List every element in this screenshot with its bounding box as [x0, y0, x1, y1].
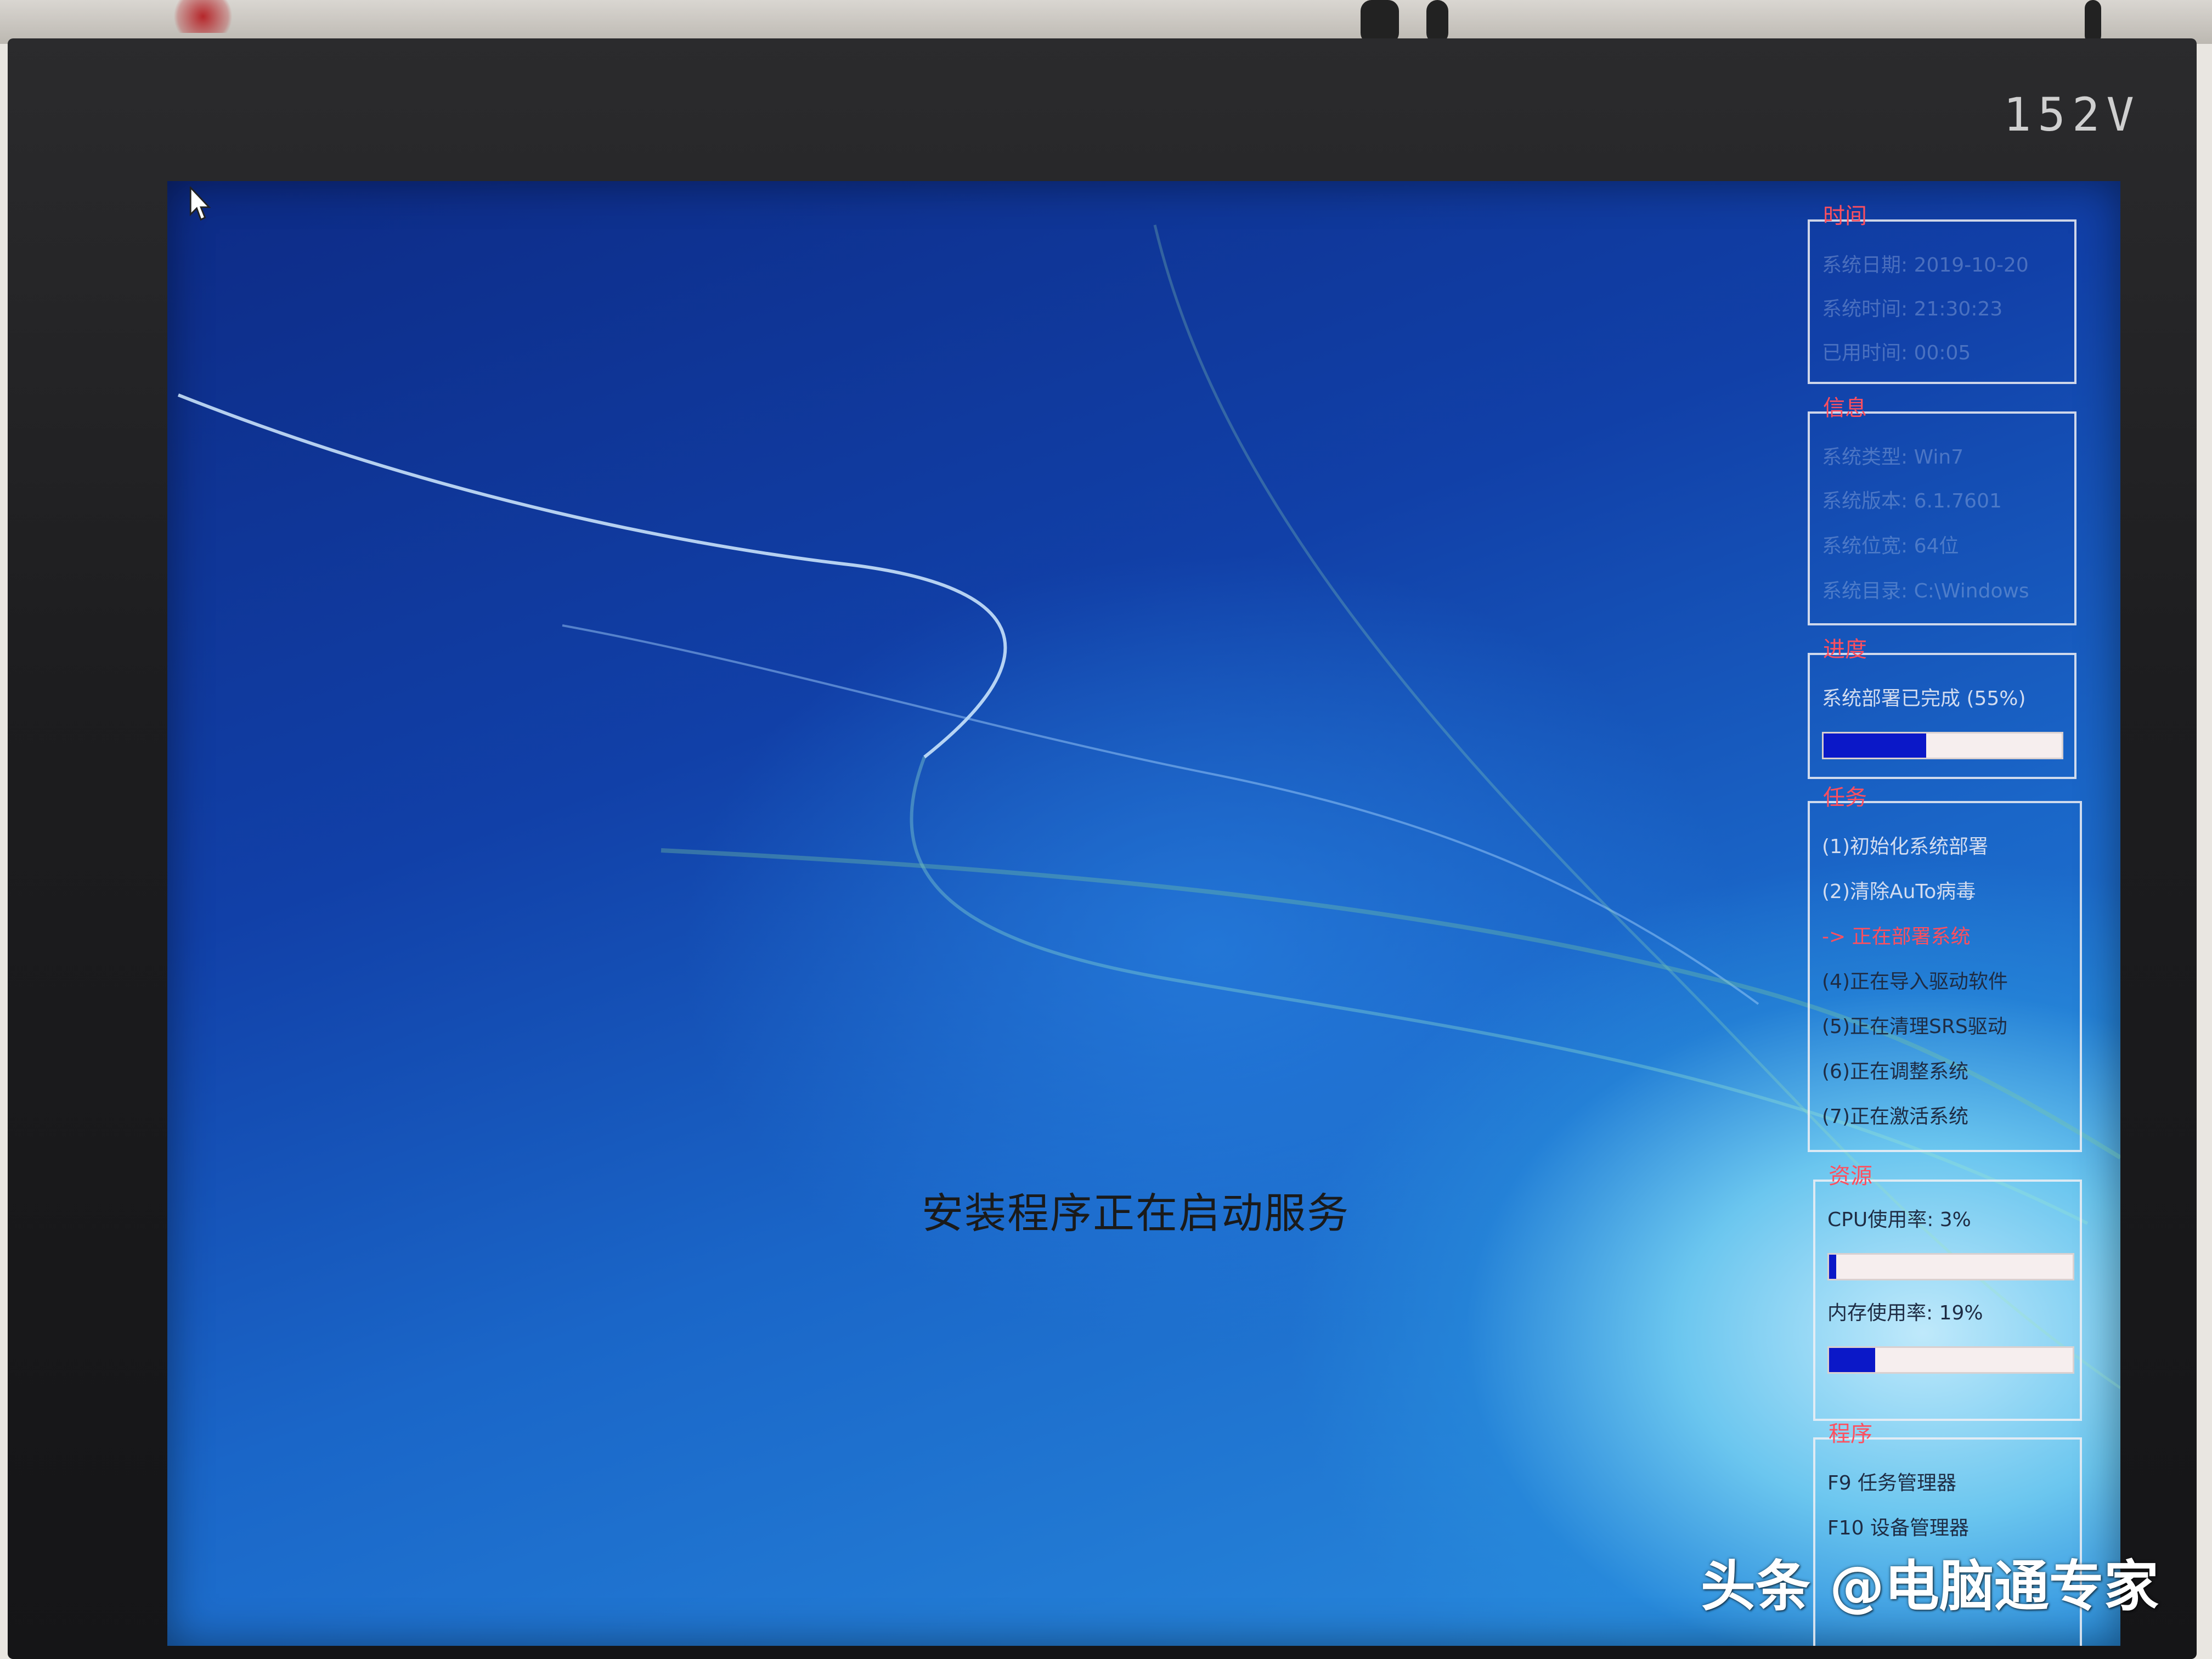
progress-panel-title: 进度	[1823, 637, 1867, 662]
cpu-usage-fill	[1829, 1255, 1837, 1279]
task-item: (2)清除AuTo病毒	[1822, 881, 1976, 903]
deploy-progress-fill	[1824, 733, 1926, 758]
cpu-usage-label: CPU使用率: 3%	[1827, 1209, 1971, 1231]
resources-panel-title: 资源	[1829, 1164, 1872, 1189]
task-item-active: -> 正在部署系统	[1822, 926, 1971, 948]
system-time-row: 系统时间: 21:30:23	[1822, 298, 2003, 320]
info-panel-title: 信息	[1823, 396, 1867, 421]
tasks-panel: 任务 (1)初始化系统部署 (2)清除AuTo病毒 -> 正在部署系统 (4)正…	[1808, 785, 2082, 1152]
task-item: (1)初始化系统部署	[1822, 836, 1988, 858]
task-item: (7)正在激活系统	[1822, 1105, 1968, 1128]
cable	[2085, 0, 2101, 44]
watermark-text: 头条 @电脑通专家	[1701, 1554, 2159, 1618]
memory-usage-fill	[1829, 1348, 1876, 1372]
task-item: (6)正在调整系统	[1822, 1060, 1968, 1083]
deploy-progress-bar	[1822, 732, 2063, 759]
device-manager-shortcut[interactable]: F10 设备管理器	[1827, 1512, 1969, 1541]
task-item: (4)正在导入驱动软件	[1822, 970, 2008, 993]
monitor-brand-label: 152V	[2003, 88, 2141, 142]
mouse-cursor-icon	[189, 187, 211, 221]
system-dir-row: 系统目录: C:\Windows	[1822, 580, 2029, 602]
memory-usage-bar	[1827, 1346, 2074, 1374]
time-panel: 时间 系统日期: 2019-10-20 系统时间: 21:30:23 已用时间:…	[1808, 204, 2076, 384]
wall-background	[0, 0, 2212, 44]
system-version-row: 系统版本: 6.1.7601	[1822, 490, 2002, 512]
task-item: (5)正在清理SRS驱动	[1822, 1015, 2007, 1038]
resources-panel: 资源 CPU使用率: 3% 内存使用率: 19%	[1813, 1164, 2082, 1421]
task-manager-shortcut[interactable]: F9 任务管理器	[1827, 1467, 1956, 1496]
tasks-panel-title: 任务	[1823, 785, 1867, 810]
progress-panel: 进度 系统部署已完成 (55%)	[1808, 637, 2076, 779]
system-date-row: 系统日期: 2019-10-20	[1822, 254, 2029, 276]
system-type-row: 系统类型: Win7	[1822, 446, 1964, 469]
cpu-usage-bar	[1827, 1253, 2074, 1280]
deploy-progress-label: 系统部署已完成 (55%)	[1822, 687, 2026, 710]
time-panel-title: 时间	[1823, 204, 1867, 229]
cable	[1361, 0, 1399, 44]
system-bits-row: 系统位宽: 64位	[1822, 535, 1959, 557]
setup-status-text: 安装程序正在启动服务	[922, 1189, 1350, 1238]
wall-stain	[165, 0, 241, 33]
programs-panel-title: 程序	[1829, 1421, 1872, 1447]
desktop-screen: 安装程序正在启动服务 时间 系统日期: 2019-10-20 系统时间: 21:…	[167, 181, 2120, 1646]
info-panel: 信息 系统类型: Win7 系统版本: 6.1.7601 系统位宽: 64位 系…	[1808, 396, 2076, 625]
memory-usage-label: 内存使用率: 19%	[1827, 1302, 1983, 1324]
elapsed-time-row: 已用时间: 00:05	[1822, 342, 1971, 364]
cable	[1426, 0, 1448, 44]
